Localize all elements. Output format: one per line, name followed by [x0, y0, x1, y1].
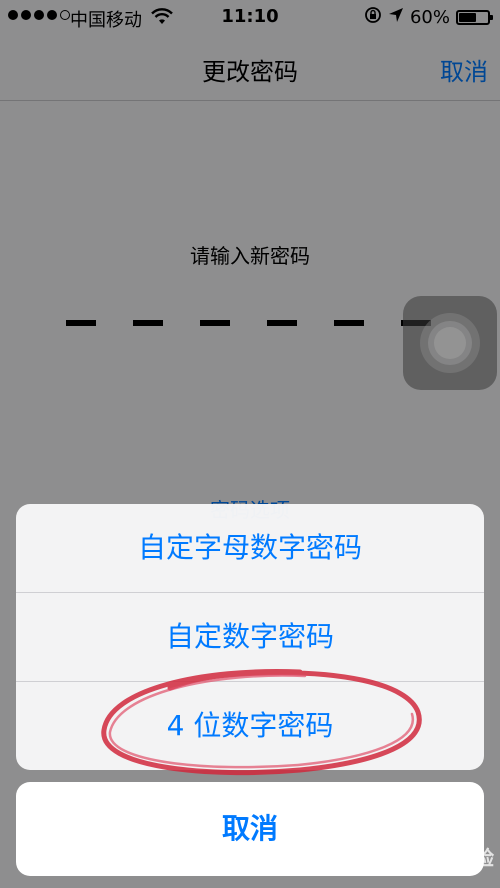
option-4-digit-button[interactable]: 4 位数字密码: [16, 682, 484, 770]
option-alphanumeric-button[interactable]: 自定字母数字密码: [16, 504, 484, 592]
phone-screen: 中国移动 11:10 60% 更改密码 取消 请输入新密码 自定字母数字密码 自…: [0, 0, 500, 888]
watermark-logo: Bai 经验: [411, 846, 494, 870]
option-custom-numeric-button[interactable]: 自定数字密码: [16, 593, 484, 681]
action-sheet: 自定字母数字密码 自定数字密码 4 位数字密码: [16, 504, 484, 770]
